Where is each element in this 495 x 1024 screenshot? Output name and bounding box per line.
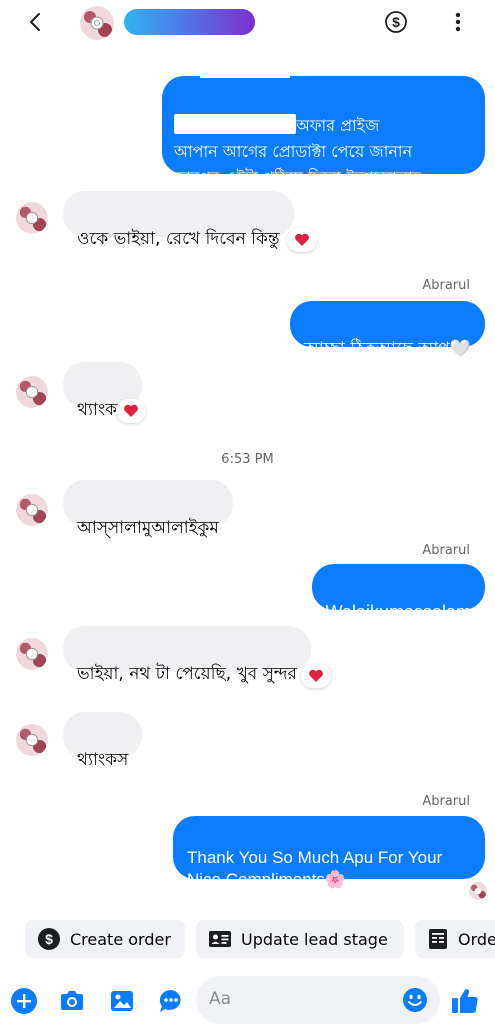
svg-text:$: $	[392, 14, 400, 30]
order-chip-button[interactable]: Orde	[415, 920, 495, 958]
reaction-badge[interactable]	[116, 399, 146, 423]
seen-avatar	[469, 882, 487, 900]
avatar	[16, 494, 48, 526]
chip-label: Create order	[70, 929, 171, 949]
message-text: থ্যাংকস	[77, 750, 129, 770]
timestamp: 6:53 PM	[221, 452, 274, 467]
create-order-button[interactable]: $ Create order	[25, 920, 185, 958]
plus-icon[interactable]	[10, 987, 38, 1015]
thumbs-up-icon[interactable]	[450, 986, 480, 1016]
contact-name-redacted[interactable]	[124, 9, 255, 35]
message-outgoing[interactable]: আচ্ছা ঠিকআছে আপু🤍	[289, 301, 485, 359]
message-text: আচ্ছা ঠিকআছে আপু🤍	[303, 339, 471, 359]
chat-bubble-icon[interactable]	[157, 987, 185, 1015]
dollar-circle-icon: $	[38, 928, 60, 950]
update-lead-stage-button[interactable]: Update lead stage	[196, 920, 404, 958]
avatar	[16, 202, 48, 234]
message-text: ওকে ভাইয়া, রেখে দিবেন কিন্তু	[77, 229, 280, 249]
message-outgoing[interactable]: অফার প্রাইজ আপান আগের প্রোডাক্টা পেয়ে জ…	[162, 76, 485, 187]
message-input[interactable]	[209, 989, 389, 1009]
dollar-circle-icon[interactable]: $	[384, 10, 408, 34]
sender-name: Abrarul	[422, 543, 470, 558]
avatar	[16, 724, 48, 756]
receipt-icon	[429, 929, 447, 949]
message-text: আস্সালামুআলাইকুম	[77, 518, 219, 538]
heart-icon	[124, 404, 138, 417]
message-input-field[interactable]	[196, 976, 440, 1024]
gallery-icon[interactable]	[108, 987, 136, 1015]
quick-actions-bar: $ Create order Update lead stage Orde	[0, 912, 495, 968]
scrolled-text-fragment	[200, 68, 290, 78]
chat-header: $	[0, 0, 495, 46]
contact-card-icon	[209, 931, 231, 947]
redacted-text-block	[174, 114, 296, 134]
message-incoming[interactable]: ওকে ভাইয়া, রেখে দিবেন কিন্তু	[63, 191, 294, 249]
camera-icon[interactable]	[58, 987, 86, 1015]
reaction-badge[interactable]	[287, 228, 317, 252]
message-incoming[interactable]: থ্যাংকস	[63, 712, 143, 770]
message-outgoing[interactable]: Walaikumassalam	[311, 564, 485, 622]
message-incoming[interactable]: আস্সালামুআলাইকুম	[63, 480, 233, 538]
message-text: ভাইয়া, নথ টা পেয়েছি, খুব সুন্দর	[77, 664, 297, 684]
chip-label: Orde	[458, 929, 495, 949]
message-text: Thank You So Much Apu For Your Nice Comp…	[187, 848, 443, 889]
chevron-left-icon[interactable]	[24, 10, 48, 34]
message-outgoing[interactable]: Thank You So Much Apu For Your Nice Comp…	[173, 816, 485, 889]
more-vertical-icon[interactable]	[448, 10, 468, 34]
message-thread[interactable]: অফার প্রাইজ আপান আগের প্রোডাক্টা পেয়ে জ…	[0, 46, 495, 910]
heart-icon	[309, 669, 323, 682]
contact-avatar[interactable]	[80, 6, 114, 40]
svg-text:$: $	[45, 931, 53, 947]
sender-name: Abrarul	[422, 794, 470, 809]
message-composer	[0, 972, 495, 1024]
sender-name: Abrarul	[422, 278, 470, 293]
message-text: Walaikumassalam	[325, 602, 471, 622]
heart-icon	[295, 233, 309, 246]
message-incoming[interactable]: ভাইয়া, নথ টা পেয়েছি, খুব সুন্দর	[63, 626, 311, 684]
avatar	[16, 638, 48, 670]
reaction-badge[interactable]	[301, 664, 331, 688]
avatar	[16, 376, 48, 408]
emoji-icon[interactable]	[402, 987, 428, 1013]
chip-label: Update lead stage	[241, 929, 388, 949]
